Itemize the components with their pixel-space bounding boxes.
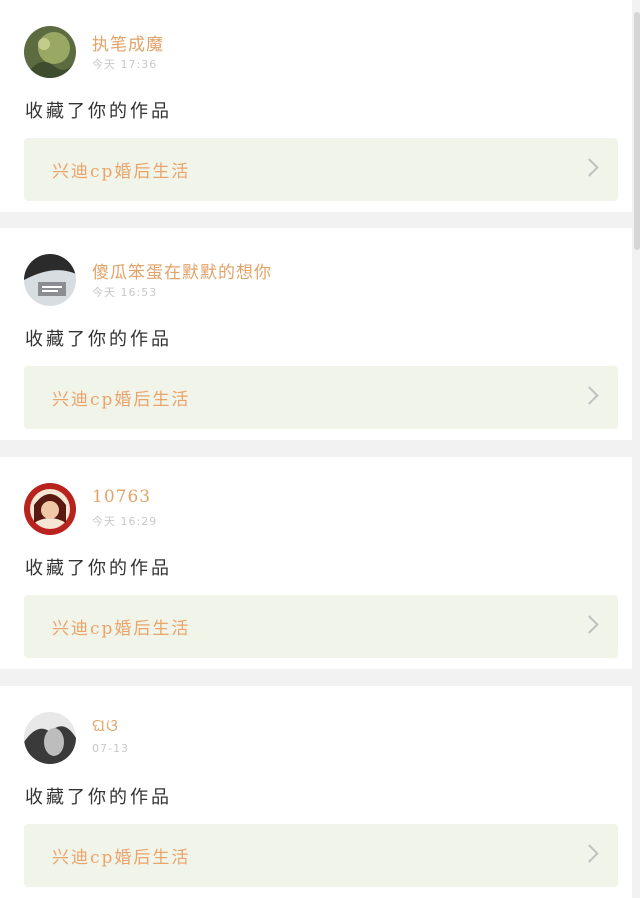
- work-title: 兴迪cp婚后生活: [52, 390, 191, 410]
- timestamp: 今天 17:36: [92, 58, 158, 71]
- work-title: 兴迪cp婚后生活: [52, 848, 191, 868]
- work-link[interactable]: 兴迪cp婚后生活: [24, 366, 618, 429]
- username[interactable]: 10763: [92, 487, 151, 507]
- work-title: 兴迪cp婚后生活: [52, 162, 191, 182]
- avatar[interactable]: [24, 254, 76, 306]
- username[interactable]: 傻瓜笨蛋在默默的想你: [92, 258, 272, 283]
- notification-card: 傻瓜笨蛋在默默的想你 今天 16:53 收藏了你的作品 兴迪cp婚后生活: [0, 228, 632, 440]
- notification-card: ଘଓ 07-13 收藏了你的作品 兴迪cp婚后生活: [0, 686, 632, 898]
- chevron-right-icon: [580, 158, 599, 177]
- timestamp: 今天 16:53: [92, 286, 158, 299]
- avatar[interactable]: [24, 483, 76, 535]
- work-link[interactable]: 兴迪cp婚后生活: [24, 138, 618, 201]
- notification-card: 10763 今天 16:29 收藏了你的作品 兴迪cp婚后生活: [0, 457, 632, 669]
- chevron-right-icon: [580, 844, 599, 863]
- action-text: 收藏了你的作品: [25, 787, 172, 808]
- action-text: 收藏了你的作品: [25, 101, 172, 122]
- work-link[interactable]: 兴迪cp婚后生活: [24, 595, 618, 658]
- scrollbar[interactable]: [634, 12, 640, 250]
- work-title: 兴迪cp婚后生活: [52, 619, 191, 639]
- work-link[interactable]: 兴迪cp婚后生活: [24, 824, 618, 887]
- action-text: 收藏了你的作品: [25, 329, 172, 350]
- timestamp: 07-13: [92, 742, 129, 755]
- username[interactable]: 执笔成魔: [92, 30, 164, 55]
- action-text: 收藏了你的作品: [25, 558, 172, 579]
- username[interactable]: ଘଓ: [92, 716, 119, 736]
- chevron-right-icon: [580, 615, 599, 634]
- notification-card: 执笔成魔 今天 17:36 收藏了你的作品 兴迪cp婚后生活: [0, 0, 632, 212]
- avatar[interactable]: [24, 712, 76, 764]
- timestamp: 今天 16:29: [92, 515, 158, 528]
- avatar[interactable]: [24, 26, 76, 78]
- chevron-right-icon: [580, 386, 599, 405]
